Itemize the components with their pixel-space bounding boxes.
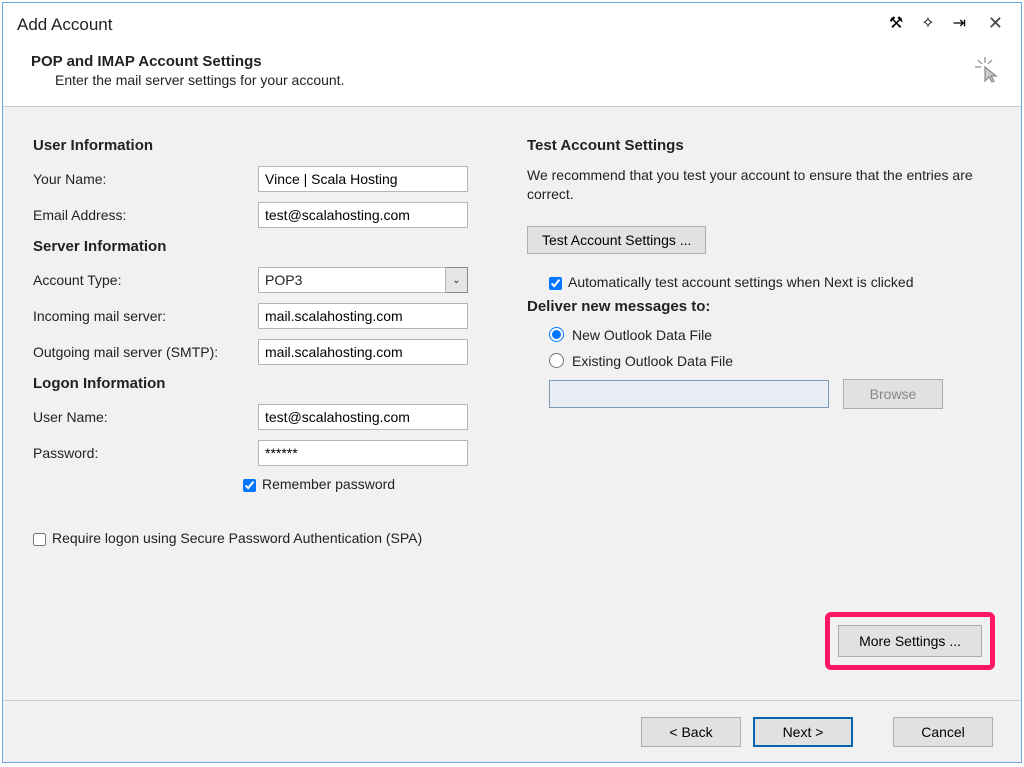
browse-button: Browse	[843, 379, 943, 409]
new-file-radio[interactable]	[549, 327, 564, 342]
footer: < Back Next > Cancel	[3, 700, 1021, 762]
auto-test-label: Automatically test account settings when…	[568, 274, 914, 290]
tool-icon-1[interactable]: ⚒	[889, 13, 903, 33]
tool-icon-3[interactable]: ⇥	[953, 13, 966, 33]
your-name-input[interactable]	[258, 166, 468, 192]
titlebar-tool-icons: ⚒ ✧ ⇥	[889, 13, 966, 33]
spa-label: Require logon using Secure Password Auth…	[52, 530, 422, 546]
server-info-title: Server Information	[33, 238, 497, 255]
remember-password-label: Remember password	[262, 476, 395, 492]
title-bar: Add Account ⚒ ✧ ⇥ ✕	[3, 3, 1021, 47]
email-label: Email Address:	[33, 207, 258, 223]
account-type-value: POP3	[258, 267, 446, 293]
test-title: Test Account Settings	[527, 137, 991, 154]
username-label: User Name:	[33, 409, 258, 425]
spa-row[interactable]: Require logon using Secure Password Auth…	[33, 530, 497, 546]
existing-file-label: Existing Outlook Data File	[572, 353, 733, 369]
auto-test-row[interactable]: Automatically test account settings when…	[549, 274, 991, 290]
account-type-label: Account Type:	[33, 272, 258, 288]
logon-title: Logon Information	[33, 375, 497, 392]
left-column: User Information Your Name: Email Addres…	[33, 137, 497, 700]
email-input[interactable]	[258, 202, 468, 228]
remember-password-checkbox[interactable]	[243, 479, 256, 492]
cancel-button[interactable]: Cancel	[893, 717, 993, 747]
incoming-label: Incoming mail server:	[33, 308, 258, 324]
test-account-button[interactable]: Test Account Settings ...	[527, 226, 706, 254]
account-type-select[interactable]: POP3 ⌄	[258, 267, 468, 293]
more-settings-highlight: More Settings ...	[825, 612, 995, 670]
existing-file-row[interactable]: Existing Outlook Data File	[549, 353, 991, 369]
spa-checkbox[interactable]	[33, 533, 46, 546]
existing-path-input	[549, 380, 829, 408]
deliver-title: Deliver new messages to:	[527, 298, 991, 315]
existing-file-radio[interactable]	[549, 353, 564, 368]
incoming-input[interactable]	[258, 303, 468, 329]
test-desc: We recommend that you test your account …	[527, 166, 991, 204]
remember-password-row[interactable]: Remember password	[243, 476, 497, 492]
auto-test-checkbox[interactable]	[549, 277, 562, 290]
back-button[interactable]: < Back	[641, 717, 741, 747]
username-input[interactable]	[258, 404, 468, 430]
chevron-down-icon[interactable]: ⌄	[446, 267, 468, 293]
subheader: POP and IMAP Account Settings Enter the …	[3, 47, 1021, 107]
window-title: Add Account	[17, 15, 112, 35]
browse-row: Browse	[549, 379, 991, 409]
next-button[interactable]: Next >	[753, 717, 853, 747]
new-file-label: New Outlook Data File	[572, 327, 712, 343]
subheader-title: POP and IMAP Account Settings	[31, 53, 993, 70]
add-account-window: Add Account ⚒ ✧ ⇥ ✕ POP and IMAP Account…	[2, 2, 1022, 763]
outgoing-input[interactable]	[258, 339, 468, 365]
cursor-icon	[975, 57, 1001, 89]
user-info-title: User Information	[33, 137, 497, 154]
close-icon[interactable]: ✕	[988, 13, 1003, 34]
your-name-label: Your Name:	[33, 171, 258, 187]
tool-icon-2[interactable]: ✧	[921, 13, 934, 33]
password-label: Password:	[33, 445, 258, 461]
new-file-row[interactable]: New Outlook Data File	[549, 327, 991, 343]
more-settings-button[interactable]: More Settings ...	[838, 625, 982, 657]
subheader-desc: Enter the mail server settings for your …	[31, 72, 993, 88]
password-input[interactable]	[258, 440, 468, 466]
outgoing-label: Outgoing mail server (SMTP):	[33, 344, 258, 360]
